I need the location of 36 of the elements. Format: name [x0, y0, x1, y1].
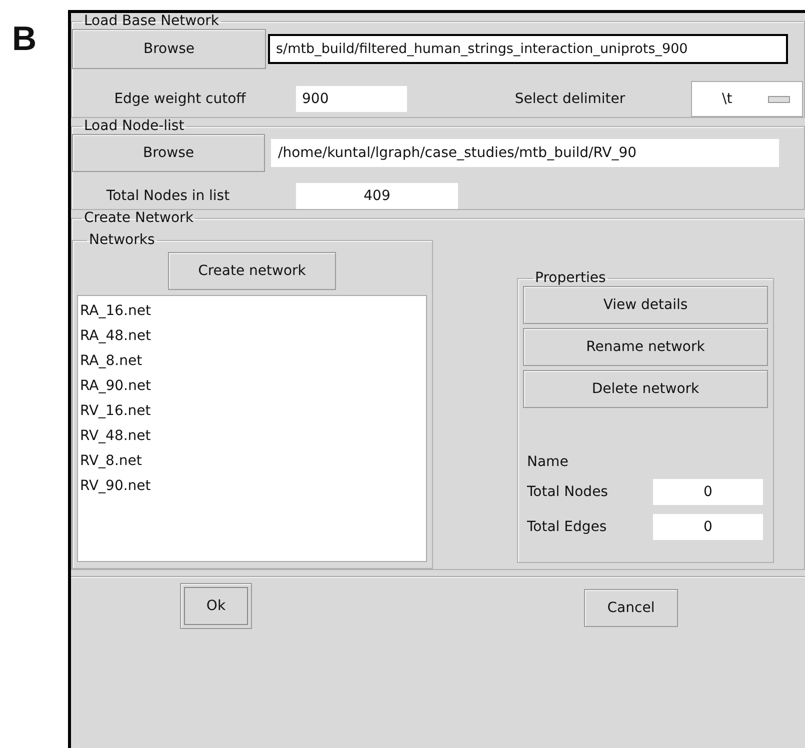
list-item[interactable]: RV_90.net	[78, 474, 426, 499]
list-item[interactable]: RA_16.net	[78, 299, 426, 324]
dialog-button[interactable]: Cancel	[584, 589, 678, 627]
list-item[interactable]: RA_48.net	[78, 324, 426, 349]
group-title: Load Node-list	[83, 118, 186, 134]
list-item[interactable]: RV_16.net	[78, 399, 426, 424]
list-item[interactable]: RA_8.net	[78, 349, 426, 374]
list-item[interactable]: RV_8.net	[78, 449, 426, 474]
panel-label: B	[12, 22, 37, 56]
total-nodes-field: 409	[296, 183, 458, 209]
field-label: Name	[526, 454, 570, 470]
property-button[interactable]: View details	[523, 286, 768, 324]
group-title: Create Network	[83, 210, 194, 226]
list-item[interactable]: RV_48.net	[78, 424, 426, 449]
property-button[interactable]: Rename network	[523, 328, 768, 366]
field-label: Select delimiter	[514, 91, 626, 107]
field-label: Total Nodes in list	[105, 188, 231, 204]
browse-button[interactable]: Browse	[72, 134, 265, 172]
dropdown-indicator-icon	[768, 96, 790, 102]
field-label: Total Edges	[527, 519, 608, 535]
value-field: 0	[653, 479, 763, 505]
field-label: Total Nodes	[527, 484, 609, 500]
group-title: Networks	[88, 232, 156, 248]
path-field[interactable]: /home/kuntal/lgraph/case_studies/mtb_build/RV_90	[271, 139, 779, 167]
create-network-button[interactable]: Create network	[168, 252, 336, 290]
list-item[interactable]: RA_90.net	[78, 374, 426, 399]
group-title: Properties	[534, 270, 607, 286]
path-field[interactable]: s/mtb_build/filtered_human_strings_interaction_uniprots_900	[268, 34, 788, 64]
delimiter-dropdown[interactable]: \t	[691, 81, 803, 117]
group-title: Load Base Network	[83, 13, 220, 29]
dialog-button[interactable]: Ok	[180, 583, 252, 629]
property-button[interactable]: Delete network	[523, 370, 768, 408]
cutoff-field[interactable]: 900	[296, 86, 407, 112]
field-label: Edge weight cutoff	[113, 91, 247, 107]
browse-button[interactable]: Browse	[72, 29, 266, 69]
value-field: 0	[653, 514, 763, 540]
